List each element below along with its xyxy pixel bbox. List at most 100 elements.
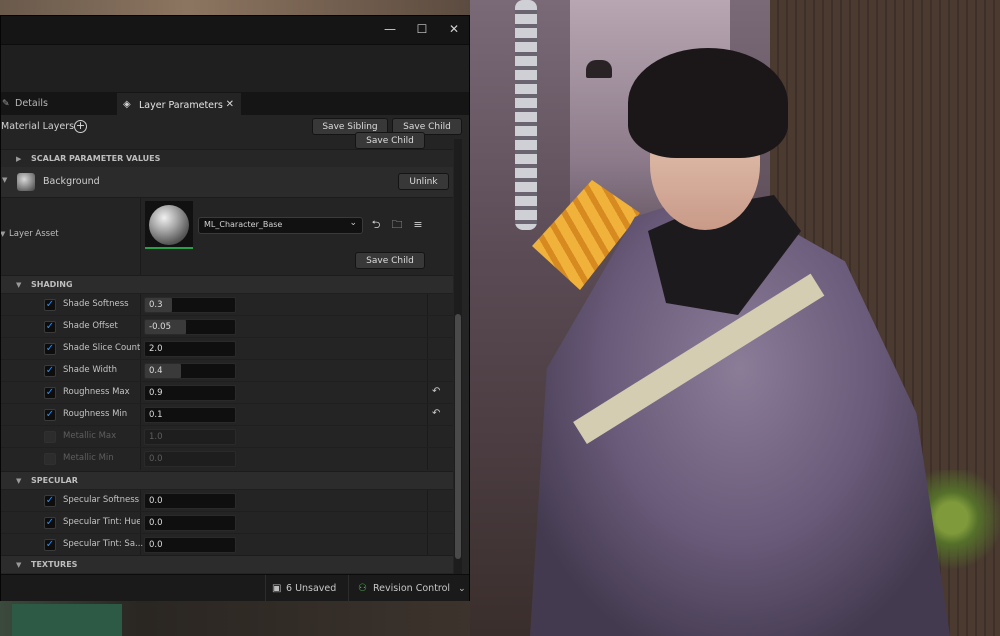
column-divider (140, 512, 141, 534)
chevron-down-icon: ▼ (16, 561, 22, 569)
layer-background-row[interactable]: ▼ Background Unlink (1, 167, 453, 197)
scrollbar-thumb[interactable] (455, 314, 461, 559)
override-checkbox[interactable] (44, 453, 56, 465)
param-value-field[interactable]: 0.3 (144, 297, 236, 313)
column-divider (140, 426, 141, 448)
override-checkbox[interactable]: ✓ (44, 299, 56, 311)
save-child-button-asset[interactable]: Save Child (355, 252, 425, 269)
column-divider (140, 404, 141, 426)
tab-layer-parameters[interactable]: ◈ Layer Parameters ✕ (117, 93, 241, 115)
param-value: 1.0 (149, 432, 163, 442)
close-tab-icon[interactable]: ✕ (226, 94, 234, 116)
section-scalar-parameter-values[interactable]: ▶ SCALAR PARAMETER VALUES (1, 149, 453, 167)
param-value: 0.3 (149, 300, 163, 310)
column-divider (427, 294, 428, 316)
save-icon: ▣ (272, 583, 282, 594)
column-divider (427, 426, 428, 448)
layers-icon: ◈ (123, 99, 131, 110)
param-name: Roughness Min (63, 409, 128, 419)
pencil-icon: ✎ (2, 99, 10, 109)
unlink-button[interactable]: Unlink (398, 173, 449, 190)
chevron-down-icon: ⌄ (349, 218, 357, 228)
layer-asset-row: ▼ Layer Asset ML_Character_Base ⌄ ⮌ 🗀 ≡ … (1, 197, 453, 276)
asset-thumbnail[interactable] (145, 201, 193, 249)
revision-control-button[interactable]: ⚇ Revision Control ⌄ (348, 575, 470, 602)
override-checkbox[interactable]: ✓ (44, 321, 56, 333)
param-value: 0.0 (149, 496, 163, 506)
param-name: Shade Offset (63, 321, 118, 331)
scrollbar[interactable] (454, 139, 462, 574)
param-value: 0.9 (149, 388, 163, 398)
param-value-field[interactable]: 0.0 (144, 515, 236, 531)
layer-parameters-window: — ☐ ✕ ✎ Details ◈ Layer Parameters ✕ Mat… (0, 15, 470, 602)
save-child-button-clipped[interactable]: Save Child (355, 132, 425, 149)
unsaved-button[interactable]: ▣ 6 Unsaved (265, 575, 347, 602)
override-checkbox[interactable]: ✓ (44, 365, 56, 377)
param-value-field: 0.0 (144, 451, 236, 467)
layer-asset-label: Layer Asset (9, 229, 59, 239)
param-name: Metallic Min (63, 453, 114, 463)
param-row: ✓ Specular Tint: Sa... 0.0 (1, 533, 453, 556)
param-name: Specular Tint: Hue (63, 517, 142, 527)
character-hair (628, 48, 788, 158)
column-divider (140, 382, 141, 404)
param-value: 2.0 (149, 344, 163, 354)
title-bar[interactable]: — ☐ ✕ (1, 16, 469, 44)
tab-details[interactable]: ✎ Details (1, 93, 111, 115)
param-value-field[interactable]: 2.0 (144, 341, 236, 357)
column-divider (427, 448, 428, 470)
param-value: -0.05 (149, 322, 171, 332)
param-value-field[interactable]: -0.05 (144, 319, 236, 335)
revision-control-icon: ⚇ (358, 583, 367, 594)
column-divider (140, 316, 141, 338)
param-value-field[interactable]: 0.9 (144, 385, 236, 401)
override-checkbox[interactable]: ✓ (44, 387, 56, 399)
param-row: ✓ Shade Offset -0.05 (1, 315, 453, 338)
param-value-field[interactable]: 0.1 (144, 407, 236, 423)
param-name: Metallic Max (63, 431, 117, 441)
tab-layer-parameters-label: Layer Parameters (139, 100, 223, 111)
param-row: ✓ Roughness Min 0.1 ↶ (1, 403, 453, 426)
override-checkbox[interactable]: ✓ (44, 517, 56, 529)
section-label: SHADING (31, 280, 73, 289)
layer-parameters-panel: Material Layers + Save Sibling Save Chil… (1, 115, 469, 574)
column-divider (140, 294, 141, 316)
param-value-field[interactable]: 0.0 (144, 537, 236, 553)
browse-to-asset-icon[interactable]: 🗀 (390, 217, 404, 233)
column-divider (140, 198, 141, 276)
material-sphere-preview (149, 205, 189, 245)
add-layer-icon[interactable]: + (74, 120, 87, 133)
minimize-button[interactable]: — (377, 19, 403, 39)
section-shading[interactable]: ▼ SHADING (1, 275, 453, 293)
layer-name: Background (43, 176, 100, 187)
override-checkbox[interactable]: ✓ (44, 495, 56, 507)
section-label: SCALAR PARAMETER VALUES (31, 154, 161, 163)
override-checkbox[interactable]: ✓ (44, 409, 56, 421)
param-name: Shade Softness (63, 299, 129, 309)
param-value: 0.0 (149, 454, 163, 464)
layer-asset-dropdown[interactable]: ML_Character_Base ⌄ (198, 217, 363, 234)
filter-icon[interactable]: ≡ (411, 217, 425, 233)
param-row: Metallic Min 0.0 (1, 447, 453, 470)
scene-green-crate (12, 604, 122, 636)
param-value-field[interactable]: 0.4 (144, 363, 236, 379)
unsaved-count: 6 Unsaved (286, 583, 337, 594)
column-divider (140, 534, 141, 556)
reset-to-default-icon[interactable]: ↶ (432, 408, 440, 419)
use-selected-asset-icon[interactable]: ⮌ (369, 217, 383, 233)
param-value-field[interactable]: 0.0 (144, 493, 236, 509)
chevron-right-icon: ▶ (16, 155, 22, 163)
section-textures[interactable]: ▼ TEXTURES (1, 555, 453, 573)
override-checkbox[interactable]: ✓ (44, 343, 56, 355)
maximize-button[interactable]: ☐ (409, 19, 435, 39)
reset-to-default-icon[interactable]: ↶ (432, 386, 440, 397)
column-divider (427, 360, 428, 382)
override-checkbox[interactable] (44, 431, 56, 443)
override-checkbox[interactable]: ✓ (44, 539, 56, 551)
revision-control-label: Revision Control (373, 583, 451, 594)
column-divider (427, 534, 428, 556)
close-window-button[interactable]: ✕ (441, 19, 467, 39)
section-specular[interactable]: ▼ SPECULAR (1, 471, 453, 489)
param-value: 0.0 (149, 518, 163, 528)
hanging-chain (515, 0, 537, 230)
